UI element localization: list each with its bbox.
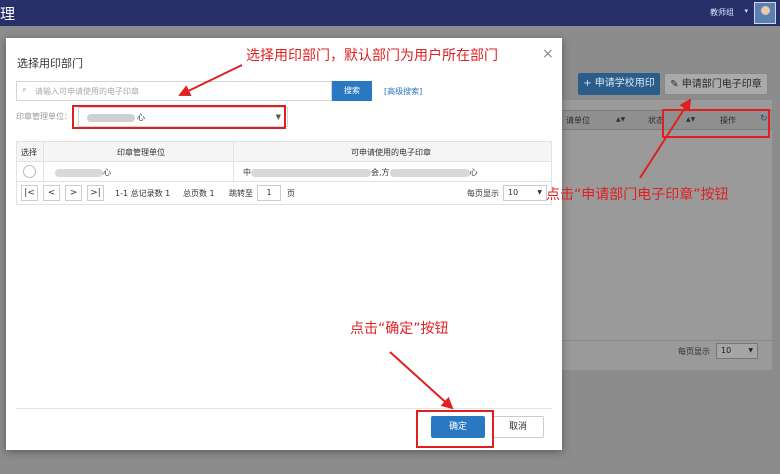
per-page-value: 10 [508, 188, 519, 197]
header-seal: 可申请使用的电子印章 [351, 148, 431, 157]
column-divider [43, 162, 44, 181]
unit-text: 心 [103, 168, 111, 177]
redacted-text [55, 168, 103, 177]
search-box: ⌕ [16, 81, 332, 101]
row-seal: 中 会,方 心 [243, 167, 478, 178]
background-pager: 每页显示 10 ▼ [562, 340, 772, 360]
search-icon: ⌕ [22, 85, 28, 95]
avatar[interactable] [754, 2, 776, 24]
column-divider [233, 142, 234, 161]
annotation-box-ok [416, 410, 494, 448]
advanced-search-link[interactable]: [高级搜索] [384, 86, 422, 97]
select-dept-modal: 选择用印部门 × ⌕ 搜索 [高级搜索] 印章管理单位： 心 ▼ 选择 印章管理… [6, 38, 562, 450]
background-panel [562, 100, 772, 370]
sort-icon[interactable]: ▲▼ [616, 116, 625, 123]
footer-divider [16, 408, 552, 409]
cancel-button[interactable]: 取消 [492, 416, 544, 438]
jump-to-label: 跳转至 [229, 189, 253, 198]
top-bar: 理 教师组 ▾ [0, 0, 780, 26]
page-input[interactable]: 1 [257, 185, 281, 201]
per-page-select[interactable]: 10 ▼ [716, 343, 758, 359]
annotation-text-click-apply: 点击“申请部门电子印章”按钮 [546, 187, 729, 203]
chevron-down-icon: ▼ [537, 189, 542, 196]
annotation-box-unit [72, 105, 286, 129]
chevron-down-icon: ▼ [748, 347, 753, 354]
unit-label: 印章管理单位： [16, 112, 72, 121]
per-page-select[interactable]: 10 ▼ [503, 185, 547, 201]
annotation-box-apply [662, 109, 770, 138]
search-input[interactable] [35, 83, 325, 99]
table-pager: |< < > >| 1-1 总记录数 1 总页数 1 跳转至 1 页 每页显示 … [17, 182, 551, 204]
user-name[interactable]: 教师组 [710, 7, 734, 18]
app-title: 理 [0, 5, 16, 23]
page-unit: 页 [287, 189, 295, 198]
apply-dept-seal-button[interactable]: ✎ 申请部门电子印章 [664, 73, 768, 95]
prev-page-button[interactable]: < [43, 185, 60, 201]
column-divider [233, 162, 234, 181]
column-divider [43, 142, 44, 161]
per-page-value: 10 [721, 346, 732, 355]
header-unit: 印章管理单位 [117, 148, 165, 157]
chevron-down-icon[interactable]: ▾ [744, 7, 748, 15]
redacted-text [251, 168, 371, 177]
seal-text-suffix: 心 [469, 168, 478, 177]
header-unit: 请单位 [566, 116, 590, 125]
table-header: 选择 印章管理单位 可申请使用的电子印章 [17, 142, 551, 162]
redacted-text [389, 168, 470, 177]
seal-text-prefix: 中 [243, 168, 251, 177]
modal-title: 选择用印部门 [17, 57, 83, 70]
annotation-text-select-dept: 选择用印部门，默认部门为用户所在部门 [246, 48, 498, 64]
first-page-button[interactable]: |< [21, 185, 38, 201]
page-count: 总页数 1 [183, 189, 215, 198]
last-page-button[interactable]: >| [87, 185, 104, 201]
dept-table: 选择 印章管理单位 可申请使用的电子印章 心 中 会,方 心 |< < > >| 1… [16, 141, 552, 205]
apply-school-seal-button[interactable]: + 申请学校用印 [578, 73, 660, 95]
header-select: 选择 [21, 148, 37, 157]
row-radio[interactable] [23, 165, 36, 178]
per-page-label: 每页显示 [467, 189, 499, 198]
per-page-label: 每页显示 [678, 347, 710, 356]
table-row[interactable]: 心 中 会,方 心 [17, 162, 551, 182]
close-icon[interactable]: × [542, 46, 554, 62]
record-count: 1-1 总记录数 1 [115, 189, 171, 198]
seal-text-mid: 会,方 [371, 168, 390, 177]
search-button[interactable]: 搜索 [332, 81, 372, 101]
annotation-text-click-ok: 点击“确定”按钮 [350, 321, 449, 337]
next-page-button[interactable]: > [65, 185, 82, 201]
row-unit: 心 [55, 167, 111, 178]
